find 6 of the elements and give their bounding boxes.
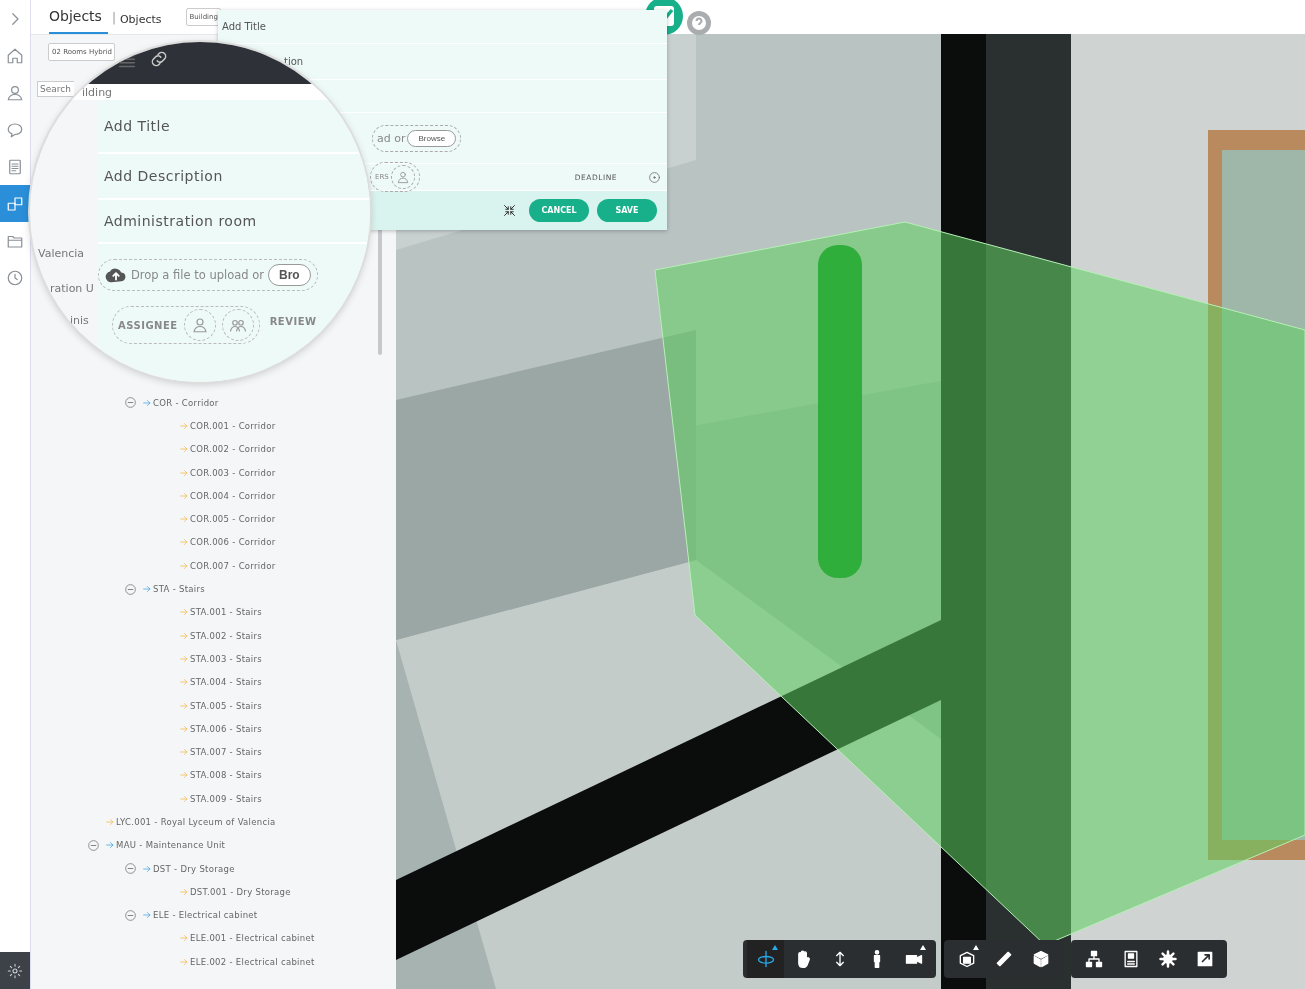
- panel-title: Objects: [49, 8, 108, 34]
- panel-subtitle: Objects: [119, 12, 163, 28]
- title-separator: |: [111, 11, 116, 25]
- assignee-label: ASSIGNEE: [118, 319, 178, 331]
- drop-text: Drop a file to upload or: [131, 268, 264, 282]
- drop-text: ad or: [377, 131, 406, 145]
